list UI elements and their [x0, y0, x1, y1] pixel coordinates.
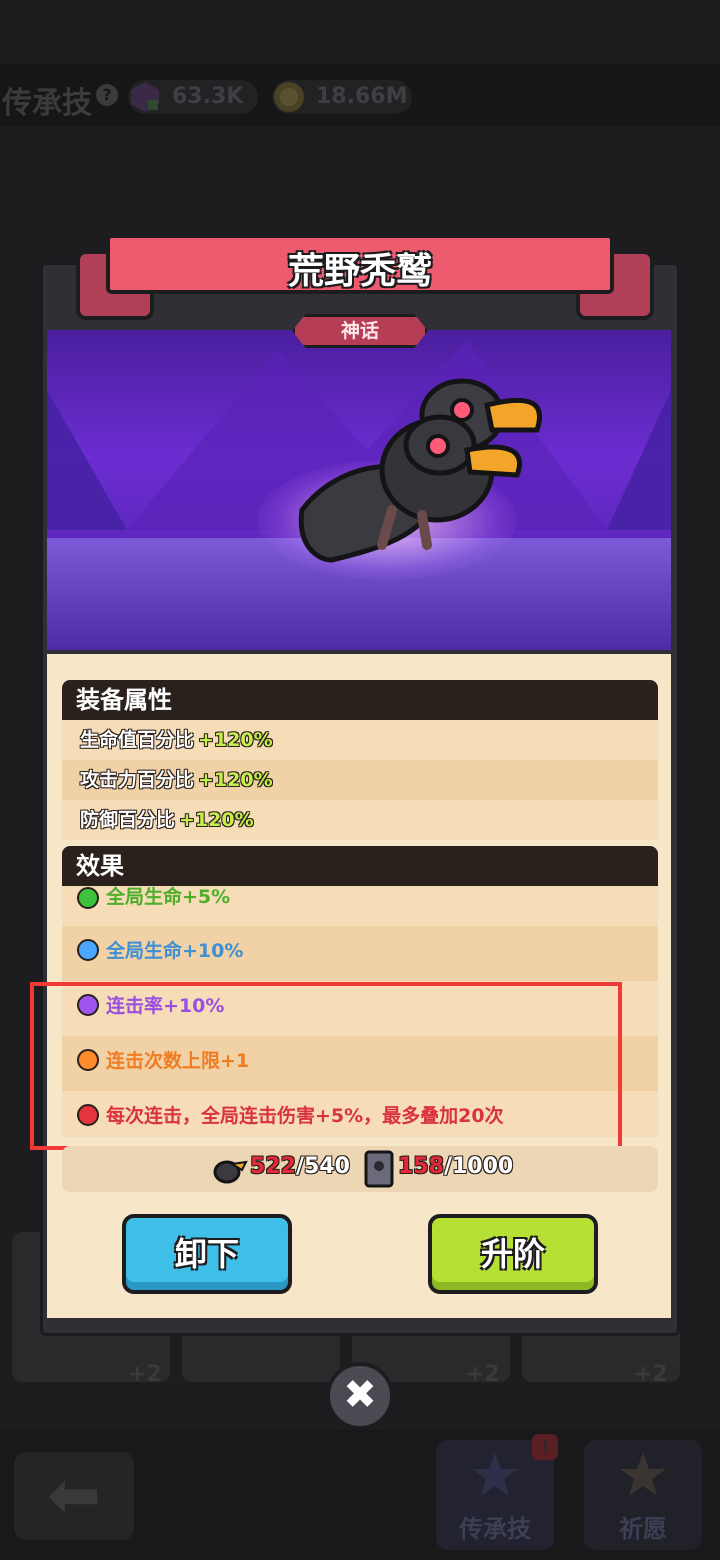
alert-badge: ! [532, 1434, 558, 1460]
background-count: +2 [634, 1362, 668, 1387]
upgrade-button[interactable]: 升阶 [428, 1214, 598, 1294]
book-icon [364, 1150, 394, 1188]
attributes-header: 装备属性 [62, 680, 658, 720]
attribute-label: 防御百分比 [80, 809, 176, 831]
item-name: 荒野秃鹫 [287, 251, 432, 292]
attribute-value: +120% [179, 809, 254, 831]
attribute-value: +120% [198, 769, 273, 791]
attribute-row: 生命值百分比 +120% [62, 720, 658, 760]
coin-count: 18.66M [316, 84, 408, 109]
star-icon [472, 1453, 518, 1496]
effect-text: 全局生命+10% [106, 940, 244, 962]
effect-row: 全局生命+10% [62, 926, 658, 981]
tab-wish-label: 祈愿 [619, 1515, 667, 1543]
tab-legacy-label: 传承技 [459, 1515, 531, 1543]
effects-header: 效果 [62, 846, 658, 886]
tab-wish[interactable]: 祈愿 [584, 1440, 702, 1550]
gem-counter: 63.3K [128, 80, 258, 114]
attribute-row: 防御百分比 +120% [62, 800, 658, 840]
item-showcase [47, 330, 671, 650]
bottom-nav: ⬅ 传承技 ! 祈愿 [0, 1430, 720, 1560]
background-count: +2 [466, 1362, 500, 1387]
effect-text: 全局生命+5% [106, 886, 231, 908]
close-icon[interactable]: ✖ [326, 1362, 394, 1430]
tab-legacy[interactable]: 传承技 ! [436, 1434, 558, 1550]
title-banner: 荒野秃鹫 [106, 234, 614, 294]
highlight-box [30, 982, 622, 1150]
help-icon[interactable]: ? [96, 84, 118, 106]
gem-count: 63.3K [172, 84, 244, 109]
attribute-value: +120% [198, 729, 273, 751]
upgrade-materials: 522/540 158/1000 [62, 1146, 658, 1192]
page-title: 传承技 [2, 86, 92, 121]
star-icon [620, 1453, 666, 1496]
purple-gem-icon [131, 82, 159, 112]
top-bar: 传承技 ? 63.3K 18.66M [0, 64, 720, 126]
vulture-shard-icon [213, 1160, 248, 1184]
blue-dot-icon [77, 939, 99, 961]
effect-row: 全局生命+5% [62, 886, 658, 926]
gold-coin-icon [274, 82, 304, 112]
attribute-label: 攻击力百分比 [80, 769, 195, 791]
arrow-left-icon[interactable]: ⬅ [14, 1452, 134, 1540]
unequip-button[interactable]: 卸下 [122, 1214, 292, 1294]
shard-progress: 522/540 [250, 1154, 350, 1179]
green-dot-icon [77, 887, 99, 909]
attribute-row: 攻击力百分比 +120% [62, 760, 658, 800]
attribute-label: 生命值百分比 [80, 729, 195, 751]
coin-counter: 18.66M [272, 80, 412, 114]
background-count: +2 [128, 1362, 162, 1387]
book-progress: 158/1000 [398, 1154, 514, 1179]
vulture-icon [298, 378, 542, 563]
rarity-badge: 神话 [292, 314, 428, 348]
